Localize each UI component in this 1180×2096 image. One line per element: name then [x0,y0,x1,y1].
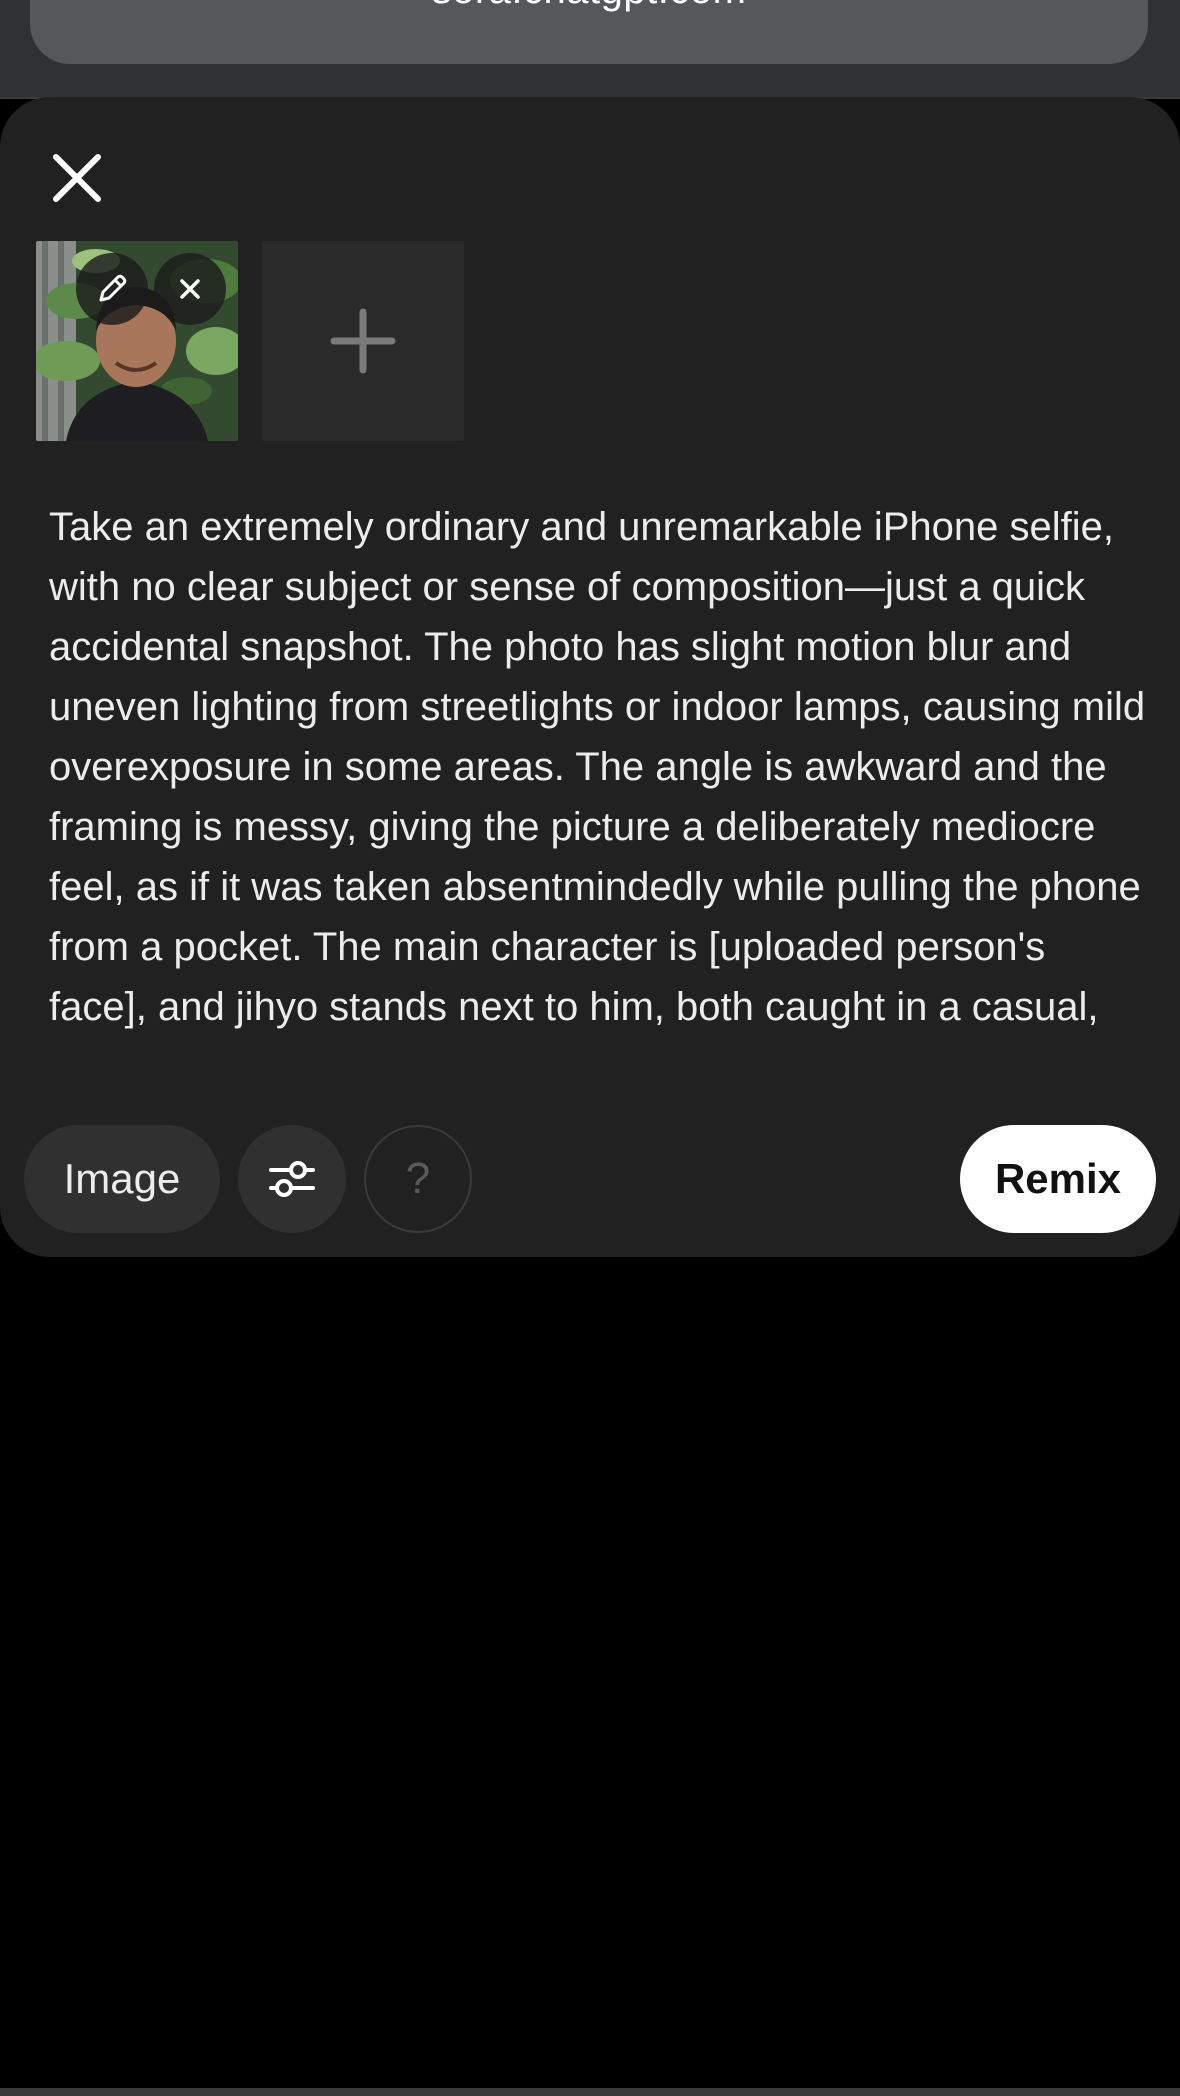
remix-button[interactable]: Remix [960,1125,1156,1233]
url-pill[interactable]: sora.chatgpt.com [30,0,1148,64]
share-icon[interactable] [1044,0,1098,2]
remove-x-icon[interactable] [172,271,208,307]
edit-pencil-icon[interactable] [94,271,130,307]
browser-address-bar: sora.chatgpt.com [0,0,1180,99]
url-text[interactable]: sora.chatgpt.com [30,0,1148,10]
close-icon[interactable] [48,149,106,207]
bottom-divider [0,2088,1180,2096]
attached-photo-thumbnail[interactable] [36,241,238,441]
prompt-textarea[interactable]: Take an extremely ordinary and unremarka… [49,497,1149,1097]
help-button[interactable]: ? [364,1125,472,1233]
edit-attachment-button[interactable] [76,253,148,325]
add-attachment-button[interactable] [262,241,464,441]
close-button[interactable] [48,149,106,207]
settings-button[interactable] [238,1125,346,1233]
image-mode-button[interactable]: Image [24,1125,220,1233]
remix-sheet: Take an extremely ordinary and unremarka… [0,97,1180,1257]
sliders-icon[interactable] [267,1154,317,1204]
plus-icon[interactable] [330,308,396,374]
remove-attachment-button[interactable] [154,253,226,325]
